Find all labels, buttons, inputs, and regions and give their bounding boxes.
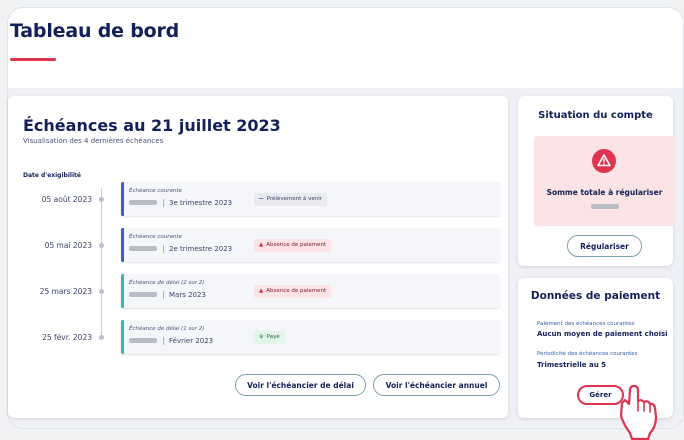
echeancier-delai-button[interactable]: Voir l'échéancier de délai: [235, 374, 366, 396]
masked-amount: [129, 292, 157, 297]
balance-alert: Somme totale à régulariser: [534, 136, 675, 226]
status-badge: ▲ Absence de paiement: [254, 239, 332, 252]
balance-label: Somme totale à régulariser: [546, 188, 663, 197]
row-period: Février 2023: [169, 337, 214, 345]
row-type: Échéance courante: [129, 234, 182, 240]
timeline-dot: [99, 289, 104, 294]
dash-icon: --: [259, 196, 264, 202]
row-accent-bar: [121, 320, 124, 354]
periodicity-value: Trimestrielle au 5: [537, 361, 607, 369]
paiement-title: Données de paiement: [530, 290, 661, 302]
echeance-row: Échéance courante | 3e trimestre 2023 --…: [121, 182, 500, 216]
page-title: Tableau de bord: [10, 20, 180, 42]
title-underline: [10, 58, 56, 61]
row-type: Échéance courante: [129, 188, 182, 194]
status-badge: ▲ Absence de paiement: [254, 285, 332, 298]
masked-amount: [129, 338, 157, 343]
row-date: 05 mai 2023: [44, 241, 92, 250]
row-period: Mars 2023: [169, 291, 206, 299]
echeancier-annuel-button[interactable]: Voir l'échéancier annuel: [373, 374, 500, 396]
row-accent-bar: [121, 228, 124, 262]
hand-pointer-icon: [610, 383, 670, 440]
row-period: 3e trimestre 2023: [169, 199, 233, 207]
row-separator: |: [162, 198, 165, 207]
timeline-dot: [99, 197, 104, 202]
echeances-title: Échéances au 21 juillet 2023: [23, 116, 281, 135]
date-column-label: Date d'exigibilité: [23, 172, 81, 179]
row-type: Échéance de délai (1 sur 2): [129, 326, 205, 332]
row-accent-bar: [121, 182, 124, 216]
row-period: 2e trimestre 2023: [169, 245, 233, 253]
check-icon: ⊙: [259, 334, 264, 340]
masked-amount: [129, 200, 157, 205]
row-accent-bar: [121, 274, 124, 308]
row-date: 25 mars 2023: [39, 287, 92, 296]
situation-title: Situation du compte: [538, 110, 653, 121]
timeline-dot: [99, 335, 104, 340]
payment-method-value: Aucun moyen de paiement choisi: [537, 330, 668, 338]
row-separator: |: [162, 336, 165, 345]
echeance-row: Échéance de délai (1 sur 2) | Février 20…: [121, 320, 500, 354]
warning-icon: [592, 149, 616, 173]
warning-icon: ▲: [259, 288, 264, 294]
timeline-line: [101, 188, 102, 340]
row-separator: |: [162, 244, 165, 253]
periodicity-label: Périodicité des échéances courantes: [537, 351, 638, 357]
status-badge: -- Prélèvement à venir: [254, 193, 328, 206]
row-type: Échéance de délai (2 sur 2): [129, 280, 205, 286]
row-date: 05 août 2023: [41, 195, 92, 204]
masked-amount: [129, 246, 157, 251]
masked-amount: [591, 204, 619, 209]
row-separator: |: [162, 290, 165, 299]
timeline-dot: [99, 243, 104, 248]
status-badge: ⊙ Payé: [254, 331, 285, 344]
regulariser-button[interactable]: Régulariser: [567, 235, 642, 257]
warning-icon: ▲: [259, 242, 264, 248]
row-date: 25 févr. 2023: [42, 333, 92, 342]
echeances-subtitle: Visualisation des 4 dernières échéances: [23, 137, 164, 145]
echeance-row: Échéance courante | 2e trimestre 2023 ▲ A…: [121, 228, 500, 262]
payment-method-label: Paiement des échéances courantes: [537, 321, 635, 327]
echeance-row: Échéance de délai (2 sur 2) | Mars 2023 …: [121, 274, 500, 308]
